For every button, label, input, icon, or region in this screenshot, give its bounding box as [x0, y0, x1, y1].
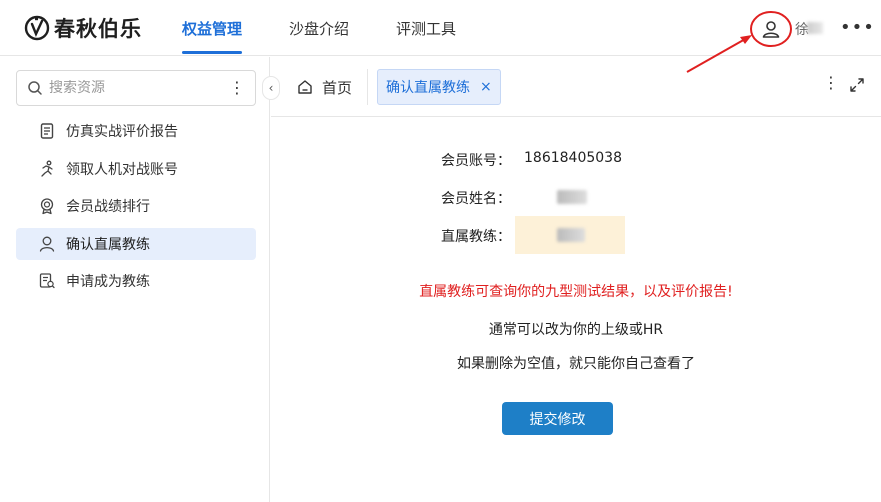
tab-options-icon[interactable]: ⋮ [823, 73, 839, 92]
coach-person-icon [39, 236, 55, 252]
coach-label: 直属教练： [441, 229, 511, 245]
home-icon [298, 80, 312, 94]
account-value: 18618405038 [524, 150, 622, 166]
top-header: 春秋伯乐 权益管理 沙盘介绍 评测工具 徐 ••• [0, 0, 881, 56]
sidebar-item-label: 确认直属教练 [66, 236, 150, 253]
tab-divider [367, 69, 368, 105]
tab-confirm-coach[interactable]: 确认直属教练 × [377, 69, 501, 105]
member-name-label: 会员姓名： [441, 191, 511, 207]
document-icon [40, 123, 54, 139]
nav-item-assessment-tools[interactable]: 评测工具 [396, 0, 456, 56]
coach-warning-text: 直属教练可查询你的九型测试结果，以及评价报告! [419, 284, 733, 300]
sidebar-item-label: 领取人机对战账号 [66, 161, 178, 178]
tab-home[interactable]: 首页 [297, 75, 352, 99]
sidebar-item-member-ranking[interactable]: 会员战绩排行 [16, 190, 256, 222]
nav-item-sandbox-intro[interactable]: 沙盘介绍 [289, 0, 349, 56]
search-input[interactable] [49, 80, 219, 96]
sidebar-item-label: 申请成为教练 [66, 274, 150, 290]
sidebar: ⋮ 仿真实战评价报告 领取人机对战账号 会员战绩排行 [0, 57, 270, 502]
nav-item-rights-management[interactable]: 权益管理 [182, 0, 243, 56]
sidebar-item-apply-coach[interactable]: 申请成为教练 [16, 265, 256, 297]
sidebar-menu: 仿真实战评价报告 领取人机对战账号 会员战绩排行 确认直属教练 申请成为教练 [16, 115, 256, 303]
sidebar-item-label: 会员战绩排行 [66, 199, 150, 215]
more-horizontal-icon[interactable]: ••• [840, 18, 874, 40]
medal-icon [40, 198, 54, 215]
sidebar-item-claim-account[interactable]: 领取人机对战账号 [16, 153, 256, 185]
sidebar-item-label: 仿真实战评价报告 [66, 124, 178, 140]
search-box[interactable]: ⋮ [16, 70, 256, 106]
hint-text-2: 如果删除为空值，就只能你自己查看了 [457, 356, 695, 372]
user-name-redacted [807, 22, 823, 34]
fullscreen-icon[interactable] [849, 77, 865, 93]
user-icon[interactable] [760, 18, 782, 40]
brand-logo[interactable]: 春秋伯乐 [24, 13, 142, 43]
tab-bar: 首页 确认直属教练 × ⋮ [271, 57, 881, 117]
search-options-icon[interactable]: ⋮ [229, 77, 245, 99]
sidebar-item-evaluation-report[interactable]: 仿真实战评价报告 [16, 115, 256, 147]
hint-text-1: 通常可以改为你的上级或HR [488, 322, 664, 338]
member-name-redacted [557, 190, 587, 204]
application-form-icon [39, 273, 55, 289]
tab-label: 确认直属教练 [386, 80, 470, 96]
account-label: 会员账号： [441, 153, 511, 169]
coach-name-redacted [557, 228, 585, 242]
sidebar-item-confirm-coach[interactable]: 确认直属教练 [16, 227, 256, 260]
running-person-icon [41, 160, 53, 177]
search-icon [28, 81, 42, 95]
main-nav: 权益管理 沙盘介绍 评测工具 [182, 0, 503, 56]
coach-input[interactable] [515, 216, 625, 254]
brand-name: 春秋伯乐 [54, 17, 142, 41]
submit-button[interactable]: 提交修改 [502, 402, 613, 435]
brand-logo-icon [24, 15, 50, 41]
main-content: 会员账号： 18618405038 会员姓名： 直属教练： 直属教练可查询你的九… [271, 118, 881, 502]
user-name[interactable]: 徐 [795, 18, 823, 38]
close-icon[interactable]: × [480, 79, 492, 95]
tab-home-label: 首页 [322, 78, 353, 97]
